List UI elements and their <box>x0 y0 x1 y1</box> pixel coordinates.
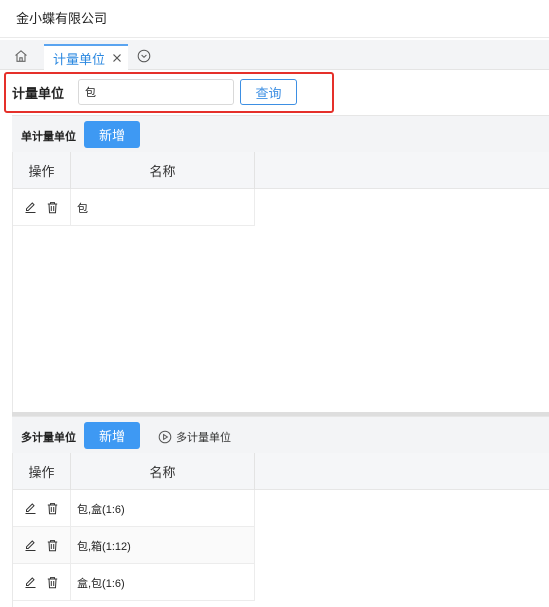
row-name: 盒,包(1:6) <box>77 577 125 590</box>
home-icon <box>15 50 27 62</box>
multi-unit-title: 多计量单位 <box>21 432 76 444</box>
home-button[interactable] <box>8 46 34 66</box>
trash-icon[interactable] <box>46 576 59 589</box>
row-actions <box>13 490 71 527</box>
multi-unit-add-button[interactable]: 新增 <box>84 422 140 449</box>
search-bar: 计量单位 查询 <box>4 72 334 113</box>
edit-icon[interactable] <box>24 201 37 214</box>
grid-header: 操作 名称 <box>13 152 549 189</box>
single-unit-add-button[interactable]: 新增 <box>84 121 140 148</box>
table-row[interactable]: 包,盒(1:6) <box>13 490 255 527</box>
row-name: 包 <box>77 202 88 215</box>
search-input[interactable] <box>78 79 234 105</box>
multi-unit-link-label: 多计量单位 <box>176 432 231 444</box>
chevron-down-circle-icon[interactable] <box>136 48 152 64</box>
app-header: 金小蝶有限公司 <box>0 0 549 38</box>
row-actions <box>13 189 71 226</box>
table-row[interactable]: 包 <box>13 189 255 226</box>
row-actions <box>13 527 71 564</box>
company-name: 金小蝶有限公司 <box>16 11 108 26</box>
row-name: 包,箱(1:12) <box>77 540 131 553</box>
multi-unit-link[interactable]: 多计量单位 <box>158 429 231 445</box>
multi-unit-header: 多计量单位 新增 多计量单位 <box>12 416 549 453</box>
trash-icon[interactable] <box>46 502 59 515</box>
search-label: 计量单位 <box>12 86 65 101</box>
close-icon[interactable] <box>111 52 123 64</box>
tab-bar: 计量单位 <box>0 40 549 70</box>
edit-icon[interactable] <box>24 502 37 515</box>
trash-icon[interactable] <box>46 539 59 552</box>
tab-measurement-unit[interactable]: 计量单位 <box>44 44 128 70</box>
column-header-op: 操作 <box>13 453 71 490</box>
query-button[interactable]: 查询 <box>240 79 297 105</box>
row-actions <box>13 564 71 601</box>
column-header-name: 名称 <box>71 152 255 189</box>
single-unit-header: 单计量单位 新增 <box>12 115 549 152</box>
tab-label: 计量单位 <box>53 51 106 67</box>
edit-icon[interactable] <box>24 576 37 589</box>
play-circle-icon <box>158 430 172 444</box>
trash-icon[interactable] <box>46 201 59 214</box>
single-unit-title: 单计量单位 <box>21 131 76 143</box>
table-row[interactable]: 包,箱(1:12) <box>13 527 255 564</box>
column-header-op: 操作 <box>13 152 71 189</box>
single-unit-grid: 操作 名称 包 <box>12 152 549 412</box>
column-header-name: 名称 <box>71 453 255 490</box>
multi-unit-grid: 操作 名称 包,盒(1:6) 包,箱(1:12) 盒,包(1:6) <box>12 453 549 607</box>
table-row[interactable]: 盒,包(1:6) <box>13 564 255 601</box>
edit-icon[interactable] <box>24 539 37 552</box>
row-name: 包,盒(1:6) <box>77 503 125 516</box>
grid-header: 操作 名称 <box>13 453 549 490</box>
